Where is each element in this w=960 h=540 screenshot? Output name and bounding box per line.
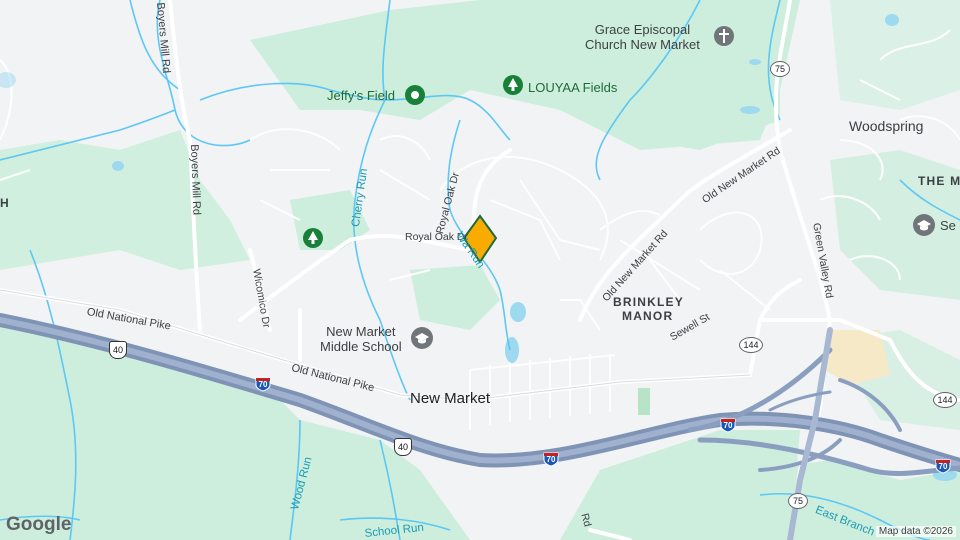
us-40-shield-icon: 40 (394, 438, 412, 456)
church-pin-icon[interactable] (713, 25, 735, 47)
poi-label-louyaa-fields[interactable]: LOUYAA Fields (528, 80, 617, 95)
interstate-70-shield-icon: 70 (255, 377, 271, 392)
route-144-shield-icon: 144 (933, 392, 957, 408)
interstate-70-number: 70 (723, 421, 733, 430)
school-label-line-1: New Market (326, 324, 396, 339)
school-pin-icon[interactable] (410, 326, 434, 350)
interstate-70-number: 70 (938, 462, 948, 471)
road-label-boyers-mill-rd-mid: Boyers Mill Rd (188, 144, 203, 216)
interstate-70-shield-icon: 70 (543, 452, 559, 467)
interstate-70-number: 70 (546, 455, 556, 464)
route-75-shield-icon: 75 (788, 493, 808, 509)
area-label-brinkley: BRINKLEY (613, 295, 684, 309)
area-label-partial-left: H (0, 196, 10, 210)
area-label-manor: MANOR (622, 309, 674, 323)
tree-pin-icon[interactable] (502, 74, 524, 96)
town-label-new-market: New Market (410, 390, 491, 407)
poi-label-school[interactable]: New Market Middle School (320, 324, 402, 354)
poi-label-church[interactable]: Grace Episcopal Church New Market (585, 22, 700, 52)
interstate-70-number: 70 (258, 380, 268, 389)
interstate-70-shield-icon: 70 (935, 459, 951, 474)
place-label-woodspring: Woodspring (849, 118, 924, 134)
route-75-shield-icon: 75 (770, 61, 790, 77)
poi-label-partial-right: Se (940, 218, 956, 233)
map-base-layer (0, 0, 960, 540)
poi-label-jeffys-field[interactable]: Jeffy's Field (327, 88, 395, 103)
church-label-line-2: Church New Market (585, 37, 700, 52)
map-attribution[interactable]: Map data ©2026 (875, 526, 956, 537)
route-144-shield-icon: 144 (739, 337, 763, 353)
us-40-shield-icon: 40 (109, 341, 127, 359)
google-logo[interactable]: Google (6, 514, 71, 536)
park-pin-icon[interactable] (404, 84, 426, 106)
tree-pin-icon[interactable] (302, 227, 324, 249)
interstate-70-shield-icon: 70 (720, 418, 736, 433)
church-label-line-1: Grace Episcopal (594, 22, 691, 37)
school-pin-icon[interactable] (912, 213, 936, 237)
map-canvas[interactable]: New Market Woodspring BRINKLEY MANOR THE… (0, 0, 960, 540)
area-label-partial: THE M (918, 174, 960, 188)
school-label-line-2: Middle School (320, 339, 402, 354)
